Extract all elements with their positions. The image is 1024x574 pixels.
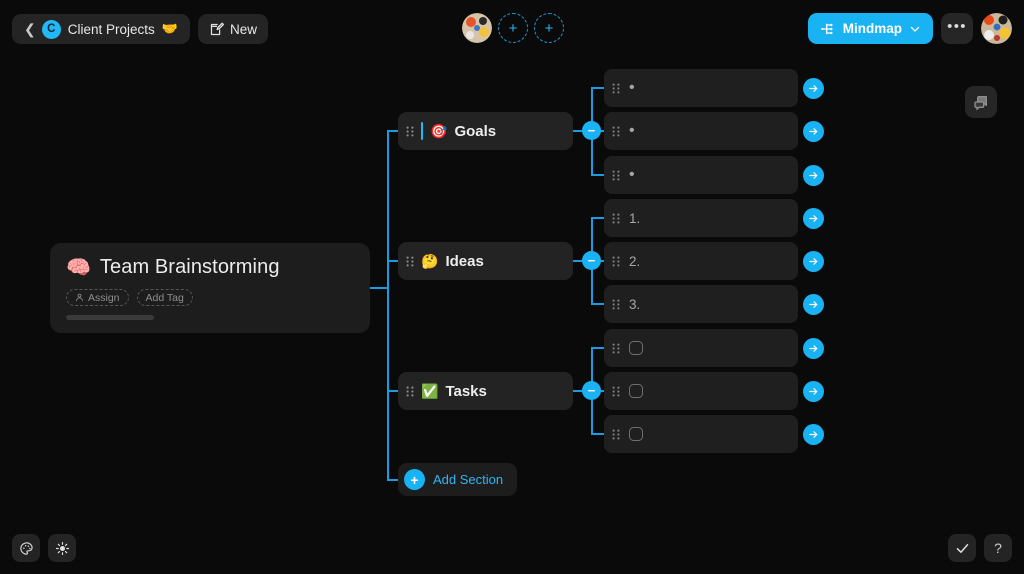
drag-handle-icon[interactable] (612, 213, 620, 224)
arrow-right-icon (809, 388, 818, 395)
brain-icon: 🧠 (66, 257, 91, 279)
theme-button[interactable] (12, 534, 40, 562)
list-number: 1. (629, 210, 641, 226)
brightness-icon (55, 541, 69, 555)
drag-handle-icon[interactable] (612, 83, 620, 94)
task-checkbox[interactable] (629, 384, 643, 398)
root-placeholder-bar (66, 315, 154, 320)
add-section-label: Add Section (433, 472, 504, 487)
drag-handle-icon[interactable] (612, 429, 620, 440)
thinking-face-icon: 🤔 (421, 252, 439, 269)
arrow-right-icon (809, 431, 818, 438)
bullet-icon: • (629, 166, 635, 183)
connector-child-stub (591, 433, 605, 435)
open-node-button[interactable] (803, 338, 824, 359)
connector-root-stub (370, 287, 388, 289)
task-checkbox[interactable] (629, 427, 643, 441)
drag-handle-icon[interactable] (612, 126, 620, 137)
open-node-button[interactable] (803, 251, 824, 272)
collapse-button-goals[interactable]: − (582, 121, 601, 140)
collapse-button-ideas[interactable]: − (582, 251, 601, 270)
arrow-right-icon (809, 128, 818, 135)
open-node-button[interactable] (803, 165, 824, 186)
leaf-node[interactable]: 2. (604, 242, 798, 280)
arrow-right-icon (809, 258, 818, 265)
target-icon: 🎯 (430, 122, 448, 139)
section-node-ideas[interactable]: 🤔 Ideas (398, 242, 573, 280)
connector-child-stub (591, 217, 605, 219)
drag-handle-icon[interactable] (612, 299, 620, 310)
mindmap-app: ❮ C Client Projects 🤝 New + + Mindmap ••… (0, 0, 1024, 574)
leaf-node[interactable] (604, 329, 798, 367)
leaf-node[interactable]: • (604, 112, 798, 150)
open-node-button[interactable] (803, 424, 824, 445)
open-node-button[interactable] (803, 78, 824, 99)
drag-handle-icon[interactable] (612, 170, 620, 181)
bottom-left-toolbar (12, 534, 76, 562)
section-label-goals[interactable]: Goals (454, 123, 496, 140)
collapse-button-tasks[interactable]: − (582, 381, 601, 400)
list-number: 3. (629, 296, 641, 312)
drag-handle-icon[interactable] (406, 386, 414, 397)
palette-icon (19, 541, 33, 555)
section-node-goals[interactable]: 🎯 Goals (398, 112, 573, 150)
confirm-button[interactable] (948, 534, 976, 562)
open-node-button[interactable] (803, 121, 824, 142)
drag-handle-icon[interactable] (612, 343, 620, 354)
mindmap-canvas[interactable]: 🧠 Team Brainstorming Assign Add Tag 🎯 Go… (0, 0, 1024, 574)
connector-child-stub (591, 347, 605, 349)
help-button[interactable]: ? (984, 534, 1012, 562)
section-label-ideas[interactable]: Ideas (445, 253, 483, 270)
comments-button[interactable] (965, 86, 997, 118)
add-section-button[interactable]: + Add Section (398, 463, 518, 496)
add-tag-chip[interactable]: Add Tag (136, 289, 193, 306)
check-mark-button-icon: ✅ (421, 382, 439, 399)
brightness-button[interactable] (48, 534, 76, 562)
leaf-node[interactable] (604, 415, 798, 453)
add-tag-chip-label: Add Tag (145, 291, 184, 304)
root-title[interactable]: Team Brainstorming (100, 256, 280, 279)
check-icon (956, 543, 968, 553)
arrow-right-icon (809, 85, 818, 92)
connector-child-stub (591, 174, 605, 176)
section-accent-bar (421, 122, 423, 140)
drag-handle-icon[interactable] (612, 256, 620, 267)
section-node-tasks[interactable]: ✅ Tasks (398, 372, 573, 410)
root-chips: Assign Add Tag (66, 289, 354, 306)
leaf-node[interactable]: 3. (604, 285, 798, 323)
bottom-right-toolbar: ? (948, 534, 1012, 562)
leaf-node[interactable] (604, 372, 798, 410)
connector-child-stub (591, 303, 605, 305)
task-checkbox[interactable] (629, 341, 643, 355)
drag-handle-icon[interactable] (406, 256, 414, 267)
root-node[interactable]: 🧠 Team Brainstorming Assign Add Tag (50, 243, 370, 333)
leaf-node[interactable]: • (604, 69, 798, 107)
drag-handle-icon[interactable] (406, 126, 414, 137)
list-number: 2. (629, 253, 641, 269)
open-node-button[interactable] (803, 381, 824, 402)
bullet-icon: • (629, 122, 635, 139)
arrow-right-icon (809, 172, 818, 179)
open-node-button[interactable] (803, 294, 824, 315)
comments-icon (974, 96, 987, 110)
assign-chip[interactable]: Assign (66, 289, 129, 306)
bullet-icon: • (629, 79, 635, 96)
arrow-right-icon (809, 345, 818, 352)
root-title-row: 🧠 Team Brainstorming (66, 255, 354, 280)
drag-handle-icon[interactable] (612, 386, 620, 397)
leaf-node[interactable]: • (604, 156, 798, 194)
plus-icon: + (404, 469, 425, 490)
assign-chip-label: Assign (88, 291, 120, 304)
person-icon (76, 293, 83, 302)
leaf-node[interactable]: 1. (604, 199, 798, 237)
connector-child-stub (591, 87, 605, 89)
arrow-right-icon (809, 301, 818, 308)
section-label-tasks[interactable]: Tasks (445, 383, 486, 400)
open-node-button[interactable] (803, 208, 824, 229)
connector-trunk (387, 131, 389, 481)
arrow-right-icon (809, 215, 818, 222)
